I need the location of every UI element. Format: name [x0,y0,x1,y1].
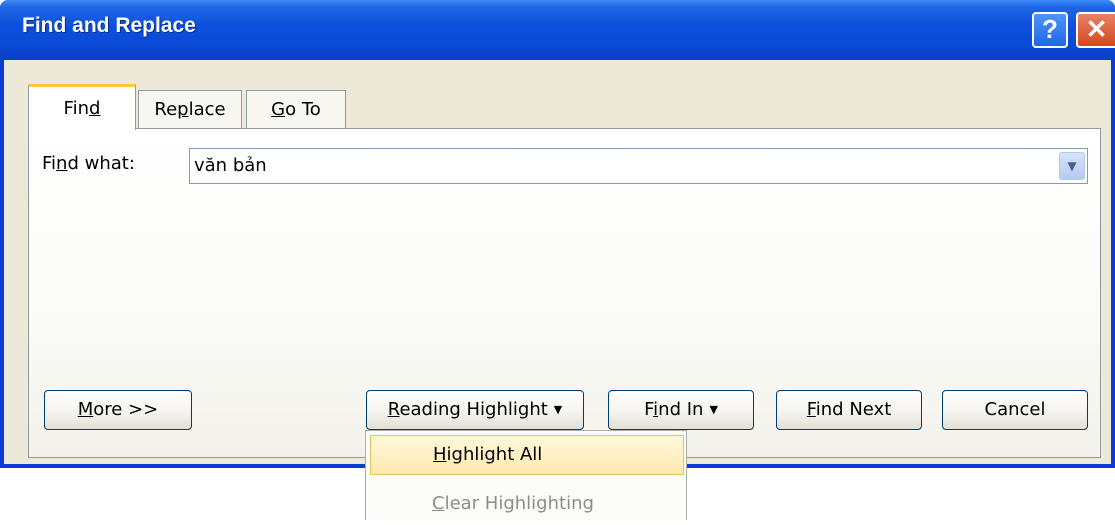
tab-replace-label: Replace [154,99,226,120]
cancel-label: Cancel [984,399,1046,420]
help-icon: ? [1042,14,1058,44]
caret-down-icon: ▼ [553,403,563,416]
menu-item-label: Clear Highlighting [432,493,594,514]
chevron-down-icon[interactable]: ▼ [1059,152,1085,180]
tab-replace[interactable]: Replace [138,90,242,128]
caret-down-icon: ▼ [709,403,718,416]
title-bar[interactable]: Find and Replace ? ✕ [0,0,1115,60]
find-next-label: Find Next [806,399,892,420]
reading-highlight-menu: Highlight All Clear Highlighting [365,430,687,520]
find-next-button[interactable]: Find Next [776,390,922,430]
find-what-input[interactable]: văn bản [194,155,267,176]
more-button[interactable]: More >> [44,390,192,430]
reading-highlight-button[interactable]: Reading Highlight ▼ [366,390,584,430]
window-title: Find and Replace [22,14,196,37]
tab-goto-label: Go To [271,99,321,120]
close-icon: ✕ [1085,14,1108,44]
help-button[interactable]: ? [1032,12,1068,48]
tab-goto[interactable]: Go To [246,90,346,128]
find-what-combobox[interactable]: văn bản ▼ [189,148,1088,184]
menu-item-highlight-all[interactable]: Highlight All [370,435,684,475]
tab-find[interactable]: Find [28,84,136,130]
menu-item-clear-highlighting[interactable]: Clear Highlighting [370,485,684,525]
cancel-button[interactable]: Cancel [942,390,1088,430]
find-what-label: Find what: [42,153,135,174]
close-button[interactable]: ✕ [1076,12,1115,48]
tab-find-label: Find [63,98,101,119]
reading-highlight-label: Reading Highlight [387,399,548,420]
find-in-label: Find In [644,399,704,420]
find-in-button[interactable]: Find In ▼ [608,390,754,430]
menu-item-label: Highlight All [433,444,543,465]
more-button-label: More >> [77,399,159,420]
